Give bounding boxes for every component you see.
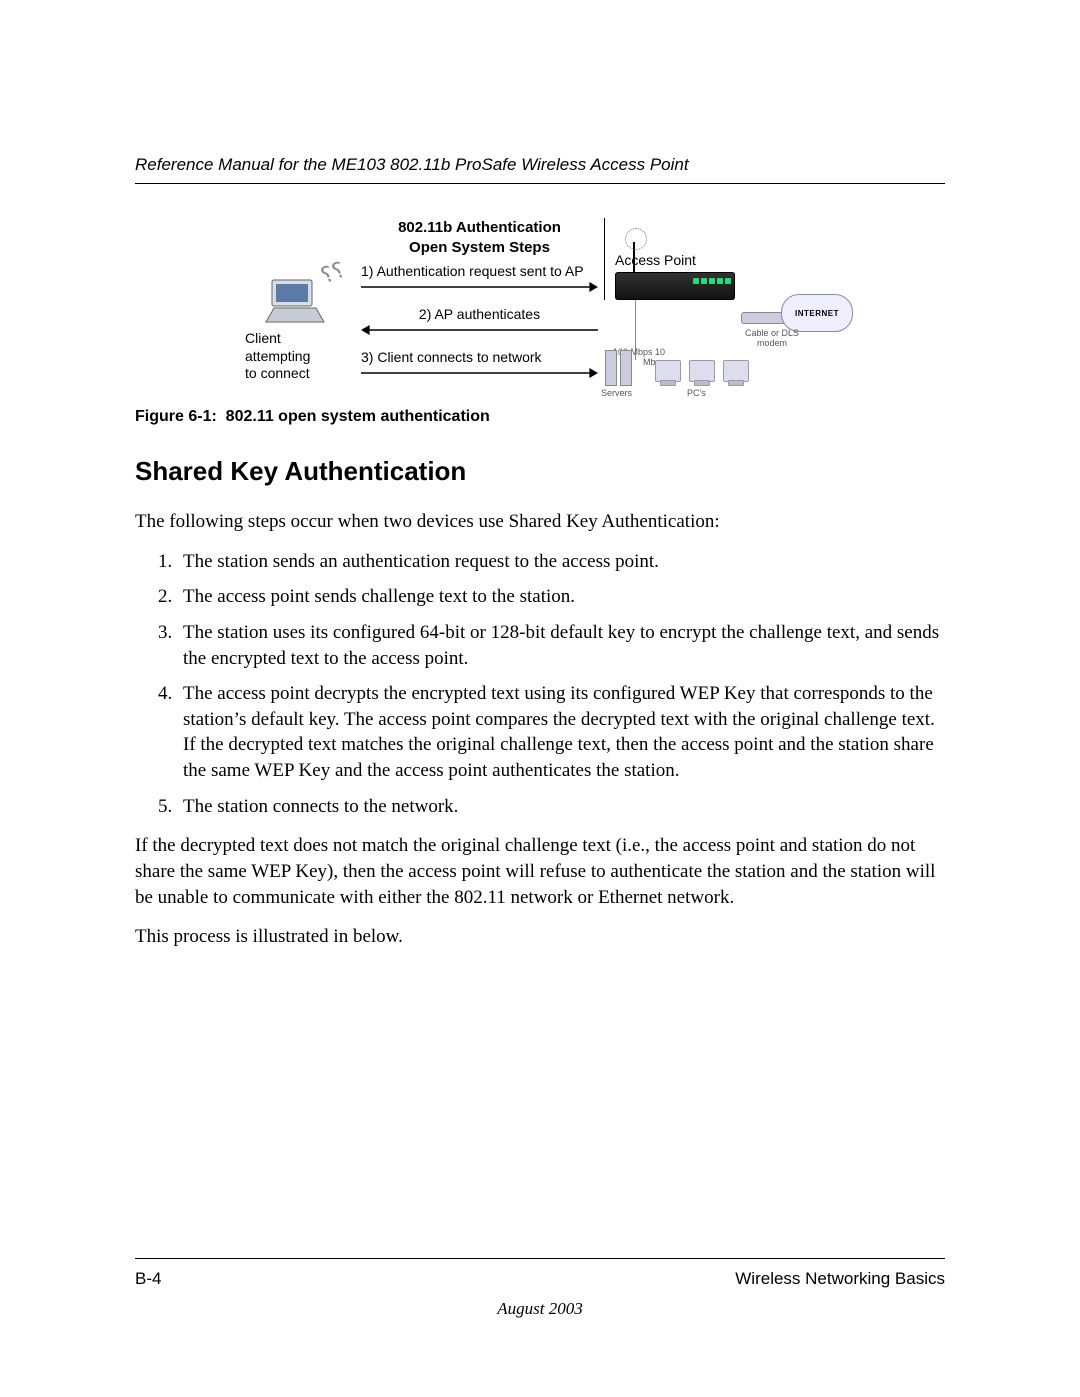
access-point-label: Access Point xyxy=(615,252,845,268)
pcs-label: PC's xyxy=(687,388,706,398)
figure-title-line1: 802.11b Authentication xyxy=(398,219,561,236)
footer-rule xyxy=(135,1258,945,1259)
client-label-line1: Client xyxy=(245,330,281,346)
arrow-right-icon xyxy=(361,281,598,293)
servers-label: Servers xyxy=(601,388,632,398)
list-item: The station uses its configured 64-bit o… xyxy=(177,620,945,671)
figure-client-column: ⸮⸮ Client attempting to connect xyxy=(235,218,355,383)
arrow-left-icon xyxy=(361,324,598,336)
list-item: The access point sends challenge text to… xyxy=(177,584,945,610)
servers-icon xyxy=(605,350,632,386)
figure-step-3: 3) Client connects to network xyxy=(361,349,598,365)
section-heading: Shared Key Authentication xyxy=(135,456,945,487)
footer-section-name: Wireless Networking Basics xyxy=(735,1269,945,1289)
client-caption: Client attempting to connect xyxy=(225,330,365,383)
network-diagram: INTERNET Cable or DLS modem 100 Mbps 10 … xyxy=(615,272,845,300)
list-item: The station connects to the network. xyxy=(177,794,945,820)
arrow-right-icon xyxy=(361,367,598,379)
list-item: The station sends an authentication requ… xyxy=(177,549,945,575)
figure-6-1: ⸮⸮ Client attempting to connect xyxy=(135,218,945,390)
body-paragraph: If the decrypted text does not match the… xyxy=(135,833,945,910)
pcs-icon xyxy=(655,360,749,382)
figure-step-1: 1) Authentication request sent to AP xyxy=(361,263,598,279)
client-label-line2: attempting xyxy=(245,348,310,364)
running-header: Reference Manual for the ME103 802.11b P… xyxy=(135,155,945,184)
internet-cloud-icon: INTERNET xyxy=(781,294,853,332)
router-icon xyxy=(615,272,735,300)
figure-step-2: 2) AP authenticates xyxy=(361,306,598,322)
page-number: B-4 xyxy=(135,1269,161,1289)
footer-date: August 2003 xyxy=(0,1299,1080,1319)
modem-label: Cable or DLS modem xyxy=(737,328,807,348)
figure-steps-column: 802.11b Authentication Open System Steps… xyxy=(355,218,604,390)
laptop-icon: ⸮⸮ xyxy=(264,278,326,324)
body-paragraph: This process is illustrated in below. xyxy=(135,924,945,950)
page: Reference Manual for the ME103 802.11b P… xyxy=(0,0,1080,1397)
figure-network-column: Access Point INTERNET Cable or DLS modem… xyxy=(604,218,845,300)
client-label-line3: to connect xyxy=(245,365,310,381)
list-item: The access point decrypts the encrypted … xyxy=(177,681,945,784)
footer: B-4 Wireless Networking Basics xyxy=(135,1269,945,1289)
figure-title-line2: Open System Steps xyxy=(409,239,550,256)
steps-list: The station sends an authentication requ… xyxy=(135,549,945,820)
intro-paragraph: The following steps occur when two devic… xyxy=(135,509,945,535)
figure-caption: Figure 6-1: 802.11 open system authentic… xyxy=(135,408,945,426)
